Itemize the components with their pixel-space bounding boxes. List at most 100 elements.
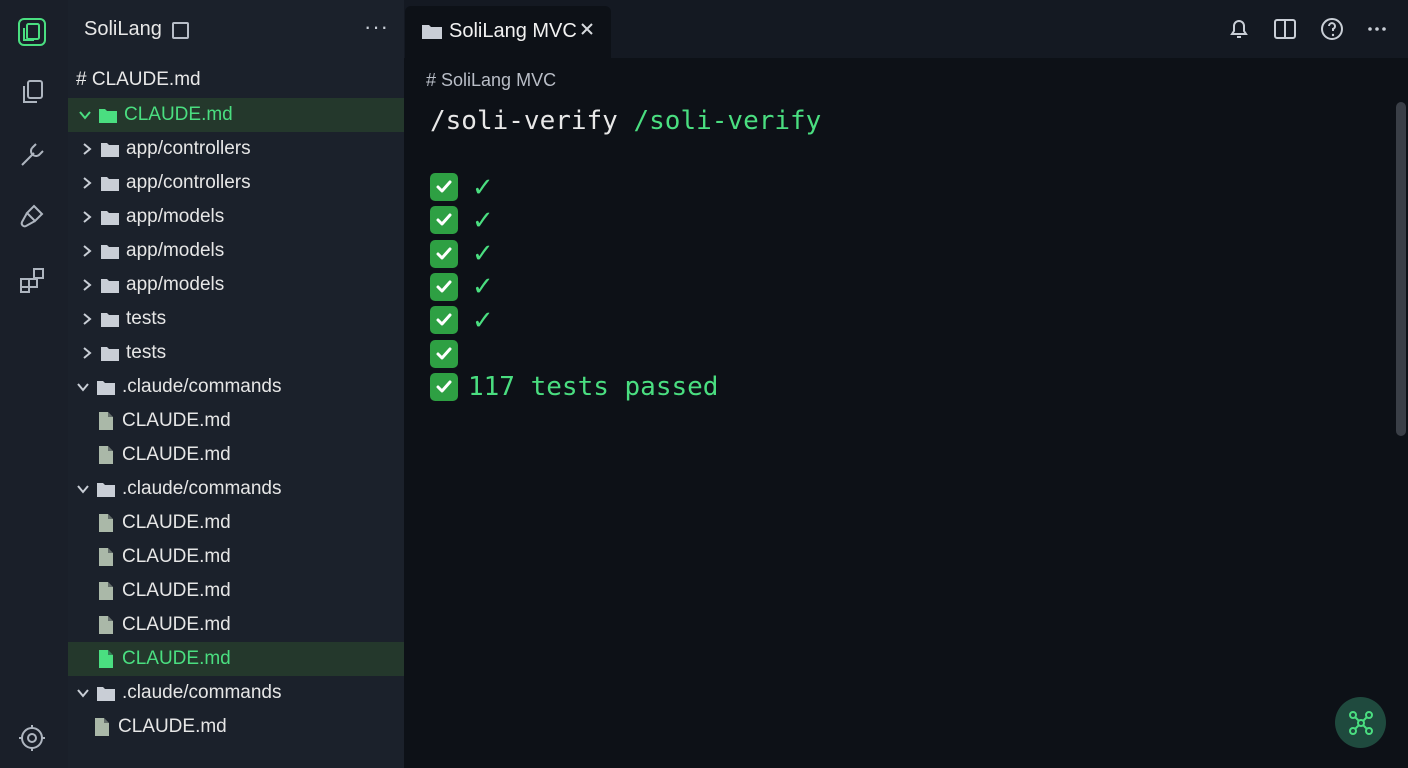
folder-icon xyxy=(100,310,120,328)
chevron-right-icon[interactable] xyxy=(80,244,94,258)
tree-folder-item[interactable]: .claude/commands xyxy=(68,370,404,404)
tree-file-item[interactable]: CLAUDE.md xyxy=(68,608,404,642)
output-line: ✓ xyxy=(430,238,494,269)
split-panel-icon[interactable] xyxy=(1272,16,1298,42)
check-box-icon xyxy=(430,339,458,368)
explorer-sidebar: SoliLang ··· # CLAUDE.md CLAUDE.md app/co… xyxy=(68,0,404,768)
chevron-right-icon[interactable] xyxy=(80,278,94,292)
folder-icon xyxy=(100,242,120,260)
stop-square-icon[interactable] xyxy=(172,22,189,39)
tree-file-item[interactable]: CLAUDE.md xyxy=(68,642,404,676)
output-line: ✓ xyxy=(430,205,494,235)
breadcrumb: # SoliLang MVC xyxy=(426,70,557,90)
chevron-right-icon[interactable] xyxy=(80,312,94,326)
scrollbar[interactable] xyxy=(1396,102,1406,436)
file-icon xyxy=(98,411,114,431)
folder-icon xyxy=(100,140,120,158)
chevron-down-icon[interactable] xyxy=(76,380,90,394)
check-box-icon xyxy=(430,173,458,201)
sidebar-title: SoliLang xyxy=(84,18,162,40)
check-mark: ✓ xyxy=(472,271,494,302)
tree-item-label: CLAUDE.md xyxy=(122,580,231,601)
branch-icon[interactable] xyxy=(12,134,52,174)
graph-nodes-icon xyxy=(1348,710,1373,735)
check-box-icon xyxy=(430,372,458,401)
more-options-icon[interactable]: ··· xyxy=(364,14,389,40)
tree-item-label: tests xyxy=(126,342,167,363)
file-icon xyxy=(98,649,114,669)
file-icon xyxy=(98,445,114,465)
close-icon[interactable] xyxy=(579,21,595,37)
tree-file-item[interactable]: CLAUDE.md xyxy=(68,506,404,540)
tree-folder-item[interactable]: tests xyxy=(68,302,404,336)
bell-icon[interactable] xyxy=(1226,16,1252,42)
activity-bar xyxy=(0,0,68,768)
folder-icon xyxy=(98,106,118,124)
output-line: 117 tests passed xyxy=(430,372,718,402)
help-icon[interactable] xyxy=(1319,16,1345,42)
brush-icon[interactable] xyxy=(12,196,52,236)
tree-folder-item[interactable]: app/models xyxy=(68,200,404,234)
tree-item-label: CLAUDE.md xyxy=(124,104,233,125)
tab-solilang-mvc[interactable]: SoliLang MVC xyxy=(405,6,611,58)
file-icon xyxy=(98,547,114,567)
tree-folder-item[interactable]: .claude/commands xyxy=(68,472,404,506)
chevron-right-icon[interactable] xyxy=(80,142,94,156)
chevron-right-icon[interactable] xyxy=(80,346,94,360)
file-tree: CLAUDE.md app/controllers app/controllers a… xyxy=(68,98,404,744)
settings-gear-icon[interactable] xyxy=(12,718,52,758)
tree-folder-item[interactable]: .claude/commands xyxy=(68,676,404,710)
tree-item-label: app/controllers xyxy=(126,138,251,159)
output-line: ✓ xyxy=(430,305,494,335)
chevron-down-icon[interactable] xyxy=(78,108,92,122)
tree-item-label: app/controllers xyxy=(126,172,251,193)
app-logo-icon[interactable] xyxy=(12,12,52,52)
tree-folder-item[interactable]: app/controllers xyxy=(68,132,404,166)
chevron-down-icon[interactable] xyxy=(76,686,90,700)
chevron-right-icon[interactable] xyxy=(80,210,94,224)
check-box-icon xyxy=(430,306,458,335)
tree-file-item[interactable]: CLAUDE.md xyxy=(68,710,404,744)
tree-file-item[interactable]: CLAUDE.md xyxy=(68,574,404,608)
folder-icon xyxy=(96,378,116,396)
command-text: /soli-verify xyxy=(430,106,618,136)
chevron-right-icon[interactable] xyxy=(80,176,94,190)
tree-file-item[interactable]: CLAUDE.md xyxy=(68,438,404,472)
tree-folder-item[interactable]: tests xyxy=(68,336,404,370)
file-icon xyxy=(98,615,114,635)
tree-item-label: CLAUDE.md xyxy=(122,410,231,431)
command-line: /soli-verify /soli-verify xyxy=(430,106,821,136)
folder-icon xyxy=(100,208,120,226)
folder-icon xyxy=(100,344,120,362)
tree-item-label: CLAUDE.md xyxy=(122,614,231,635)
folder-icon xyxy=(100,276,120,294)
tree-folder-item[interactable]: app/models xyxy=(68,234,404,268)
tree-item-label: app/models xyxy=(126,274,225,295)
check-mark: ✓ xyxy=(472,238,494,269)
more-icon[interactable] xyxy=(1364,16,1390,42)
file-icon xyxy=(98,581,114,601)
chevron-down-icon[interactable] xyxy=(76,482,90,496)
tree-item-label: CLAUDE.md xyxy=(118,716,227,737)
folder-icon xyxy=(100,174,120,192)
extensions-icon[interactable] xyxy=(12,260,52,300)
tree-item-label: CLAUDE.md xyxy=(122,546,231,567)
check-box-icon xyxy=(430,272,458,301)
tree-folder-item[interactable]: app/controllers xyxy=(68,166,404,200)
tree-item-label: .claude/commands xyxy=(122,376,282,397)
folder-icon xyxy=(96,480,116,498)
graph-action-button[interactable] xyxy=(1335,697,1386,748)
editor-pane: # SoliLang MVC /soli-verify /soli-verify… xyxy=(404,58,1408,768)
tree-item-label: CLAUDE.md xyxy=(122,444,231,465)
tree-folder-item[interactable]: CLAUDE.md xyxy=(68,98,404,132)
tree-file-item[interactable]: CLAUDE.md xyxy=(68,540,404,574)
tree-folder-item[interactable]: app/models xyxy=(68,268,404,302)
output-line: ✓ xyxy=(430,271,494,302)
check-mark: ✓ xyxy=(472,304,494,335)
folder-icon xyxy=(422,25,442,39)
tree-file-item[interactable]: CLAUDE.md xyxy=(68,404,404,438)
tree-item-label: CLAUDE.md xyxy=(122,512,231,533)
copy-files-icon[interactable] xyxy=(12,72,52,112)
check-mark: ✓ xyxy=(472,204,494,235)
folder-icon xyxy=(96,684,116,702)
